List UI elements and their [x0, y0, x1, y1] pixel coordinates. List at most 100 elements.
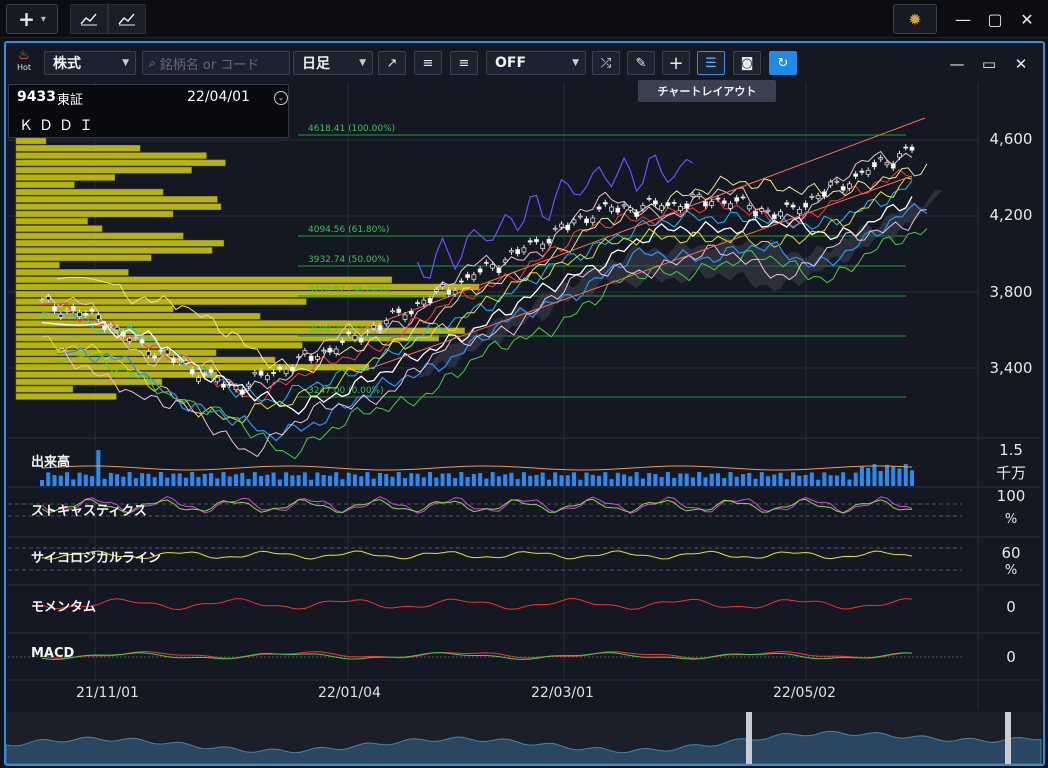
- candle-body: [853, 173, 859, 177]
- candle-body: [778, 211, 783, 217]
- volume-bar: [647, 473, 652, 486]
- volume-bar: [878, 470, 883, 486]
- volume-bar: [277, 479, 282, 486]
- volume-bar: [171, 473, 176, 486]
- candle-body: [746, 205, 752, 210]
- volume-bar: [640, 478, 645, 486]
- volume-bar: [678, 473, 683, 486]
- volume-bar: [703, 477, 708, 486]
- candle-body: [565, 224, 571, 231]
- volume-bar: [415, 473, 420, 486]
- volume-bar: [259, 475, 264, 486]
- volume-bar: [803, 474, 808, 486]
- volume-profile-bar: [15, 210, 174, 218]
- candle-body: [540, 243, 546, 249]
- candle-body: [408, 310, 414, 315]
- price-axis-label: 4,200: [989, 206, 1033, 224]
- candle-body: [177, 361, 183, 364]
- volume-profile-bar: [15, 196, 218, 203]
- symbol-name: ＫＤＤＩ: [19, 118, 99, 134]
- candle-body: [52, 306, 57, 312]
- volume-bar: [58, 475, 63, 486]
- volume-bar: [809, 472, 814, 486]
- volume-bar: [847, 479, 852, 486]
- candle-body: [602, 202, 608, 205]
- candle-body: [653, 200, 658, 205]
- candle-body: [671, 202, 677, 204]
- volume-bar: [77, 472, 82, 486]
- candle-body: [39, 299, 45, 302]
- candle-body: [484, 262, 489, 264]
- candle-body: [728, 203, 733, 209]
- volume-bar: [121, 476, 126, 486]
- candle-body: [365, 331, 370, 334]
- chevron-down-circle-icon[interactable]: ⌄: [274, 91, 288, 105]
- candle-body: [139, 339, 145, 344]
- volume-bar: [309, 479, 314, 486]
- volume-bar: [65, 472, 70, 486]
- volume-profile-bar: [15, 225, 103, 232]
- candle-body: [108, 324, 114, 327]
- volume-bar: [741, 474, 746, 486]
- candle-body: [421, 299, 427, 305]
- volume-bar: [540, 472, 545, 486]
- volume-bar: [697, 472, 702, 486]
- volume-bar: [165, 477, 170, 486]
- volume-bar: [327, 475, 332, 486]
- candle-body: [878, 157, 884, 160]
- candle-body: [246, 383, 251, 387]
- volume-bar: [434, 477, 439, 486]
- volume-bar: [208, 473, 213, 486]
- volume-bar: [484, 478, 489, 486]
- volume-bar: [534, 474, 539, 486]
- candle-body: [390, 310, 395, 313]
- volume-bar: [797, 475, 802, 486]
- candle-body: [271, 371, 276, 374]
- candle-body: [164, 349, 170, 355]
- psychological-axis-unit: %: [1004, 563, 1018, 578]
- candle-body: [252, 372, 258, 375]
- volume-bar: [503, 474, 508, 486]
- candle-body: [634, 211, 639, 217]
- psychological-line: [41, 550, 913, 560]
- volume-profile-bar: [15, 385, 74, 393]
- candle-body: [909, 146, 915, 151]
- volume-profile-bar: [15, 137, 47, 145]
- symbol-code: 9433: [17, 89, 56, 105]
- volume-bar: [108, 472, 113, 486]
- volume-bar: [315, 472, 320, 486]
- volume-bar: [816, 479, 821, 486]
- fibonacci-label: 4618.41 (100.00%): [308, 124, 395, 134]
- volume-bar: [903, 464, 908, 486]
- cursor-date: 22/04/01: [187, 89, 250, 105]
- candle-body: [715, 197, 721, 200]
- chart-layout-tooltip: チャートレイアウト: [638, 80, 776, 102]
- navigator-left-handle[interactable]: [746, 712, 752, 764]
- volume-profile-bar: [15, 188, 164, 196]
- candle-body: [834, 180, 840, 183]
- candle-body: [509, 250, 514, 253]
- volume-profile-bar: [15, 145, 141, 152]
- candle-body: [815, 195, 821, 199]
- candle-body: [352, 334, 358, 341]
- date-axis-label: 22/05/02: [773, 685, 836, 701]
- volume-bar: [728, 472, 733, 486]
- candle-body: [559, 223, 564, 228]
- candle-body: [803, 202, 808, 208]
- candle-body: [465, 274, 470, 278]
- volume-bar: [615, 472, 620, 486]
- trend-line: [359, 117, 926, 331]
- app-window: + ▾ ✹ — ▢ ✕ ♨ Hot 株式 ▼ ⌕ 銘柄名 or コード 日足 ▼…: [0, 0, 1048, 768]
- candle-body: [703, 201, 708, 207]
- volume-profile-bar: [15, 371, 218, 378]
- candle-body: [183, 360, 189, 364]
- volume-bar: [778, 472, 783, 486]
- macd-axis-value: 0: [1006, 648, 1016, 666]
- volume-profile-bar: [15, 166, 192, 174]
- candle-body: [621, 204, 627, 207]
- navigator-right-handle[interactable]: [1005, 712, 1011, 764]
- volume-bar: [284, 472, 289, 486]
- volume-bar: [453, 477, 458, 486]
- volume-bar: [897, 468, 902, 486]
- candle-body: [534, 239, 539, 243]
